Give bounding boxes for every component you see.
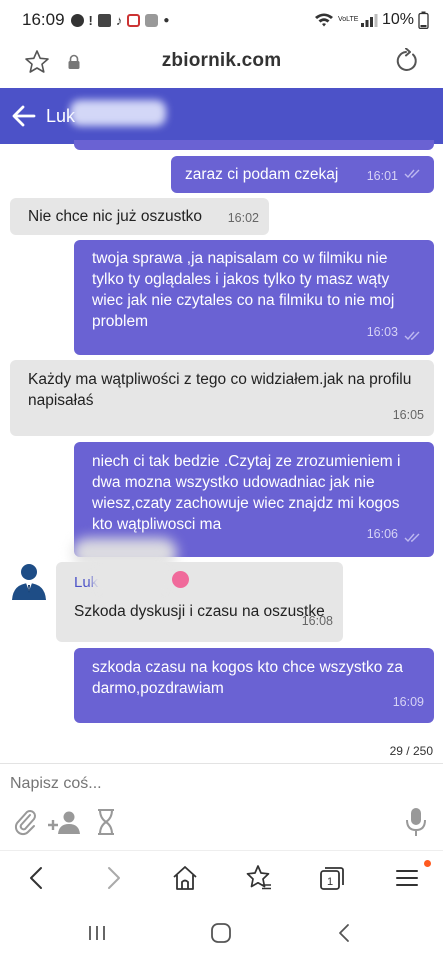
lock-icon — [68, 54, 80, 69]
recent-apps-icon[interactable] — [84, 920, 110, 946]
microphone-icon[interactable] — [404, 807, 428, 837]
hourglass-icon[interactable] — [94, 808, 118, 836]
divider — [0, 763, 443, 764]
add-contact-icon[interactable] — [48, 808, 82, 836]
character-counter: 29 / 250 — [389, 744, 433, 758]
status-bar: 16:09 ! ♪ ● VoLTE 10% — [0, 0, 443, 40]
signal-icon — [360, 13, 378, 27]
back-arrow-icon[interactable] — [10, 102, 38, 130]
message-outgoing[interactable]: twoja sprawa ,ja napisalam co w filmiku … — [74, 240, 434, 355]
status-right: VoLTE 10% — [314, 11, 429, 29]
message-text: Nie chce nic już oszustko — [28, 208, 203, 225]
message-text: zaraz ci podam czekaj — [185, 166, 339, 183]
message-text: niech ci tak bedzie .Czytaj ze zrozumien… — [92, 453, 401, 533]
voicemail-icon — [97, 13, 111, 27]
chat-header: Luk — [0, 88, 443, 144]
message-time: 16:02 — [227, 211, 259, 225]
system-back-icon[interactable] — [332, 920, 358, 946]
read-ticks-icon — [404, 169, 420, 179]
message-outgoing[interactable]: szkoda czasu na kogos kto chce wszystko … — [74, 648, 434, 723]
read-ticks-icon — [404, 331, 420, 341]
message-time: 16:01 — [366, 169, 398, 183]
message-text: szkoda czasu na kogos kto chce wszystko … — [92, 659, 404, 697]
message-time: 16:09 — [392, 695, 424, 709]
wifi-icon — [314, 13, 333, 27]
notification-icons: ! ♪ ● — [70, 12, 170, 28]
message-incoming[interactable]: Nie chce nic już oszustko 16:02 — [10, 198, 269, 235]
message-text: twoja sprawa ,ja napisalam co w filmiku … — [92, 250, 395, 330]
name-blur — [70, 100, 166, 126]
menu-notification-dot — [424, 860, 431, 867]
battery-percent: 10% — [381, 11, 414, 28]
home-icon[interactable] — [170, 863, 200, 893]
message-time: 16:03 — [366, 325, 398, 339]
verified-badge-icon — [172, 571, 189, 588]
messenger-icon — [70, 13, 84, 27]
system-nav-bar — [0, 908, 443, 960]
more-notifications-icon: ● — [163, 14, 170, 26]
message-time: 16:06 — [366, 527, 398, 541]
bookmark-star-icon[interactable] — [24, 49, 50, 75]
message-outgoing[interactable]: zaraz ci podam czekaj 16:01 — [171, 156, 434, 193]
tiktok-icon: ♪ — [115, 12, 123, 28]
message-text: Szkoda dyskusji i czasu na oszustke — [74, 603, 325, 620]
message-input[interactable] — [10, 775, 310, 793]
user-avatar-icon[interactable] — [10, 560, 48, 600]
read-ticks-icon — [404, 533, 420, 543]
reload-icon[interactable] — [393, 48, 419, 74]
svg-text:1: 1 — [327, 876, 333, 888]
browser-bottom-nav: 1 — [0, 850, 443, 908]
forward-icon[interactable] — [98, 863, 128, 893]
app-icon — [127, 13, 141, 27]
system-home-icon[interactable] — [208, 920, 234, 946]
message-incoming[interactable]: Każdy ma wątpliwości z tego co widziałem… — [10, 360, 434, 436]
volte-label: VoLTE — [337, 16, 359, 23]
sender-name-blur — [92, 566, 172, 592]
tabs-icon[interactable]: 1 — [317, 863, 347, 893]
gallery-icon — [145, 13, 159, 27]
battery-icon — [418, 11, 429, 29]
message-time: 16:05 — [392, 408, 424, 422]
previous-message-edge — [74, 140, 434, 150]
browser-address-bar: zbiornik.com — [0, 40, 443, 84]
menu-icon[interactable] — [392, 863, 422, 893]
alert-icon: ! — [88, 12, 93, 28]
message-time: 16:08 — [301, 614, 333, 628]
bookmarks-icon[interactable] — [243, 863, 273, 893]
status-time: 16:09 — [22, 10, 65, 29]
attachment-icon[interactable] — [12, 808, 40, 836]
back-icon[interactable] — [22, 863, 52, 893]
message-text: Każdy ma wątpliwości z tego co widziałem… — [28, 371, 412, 409]
